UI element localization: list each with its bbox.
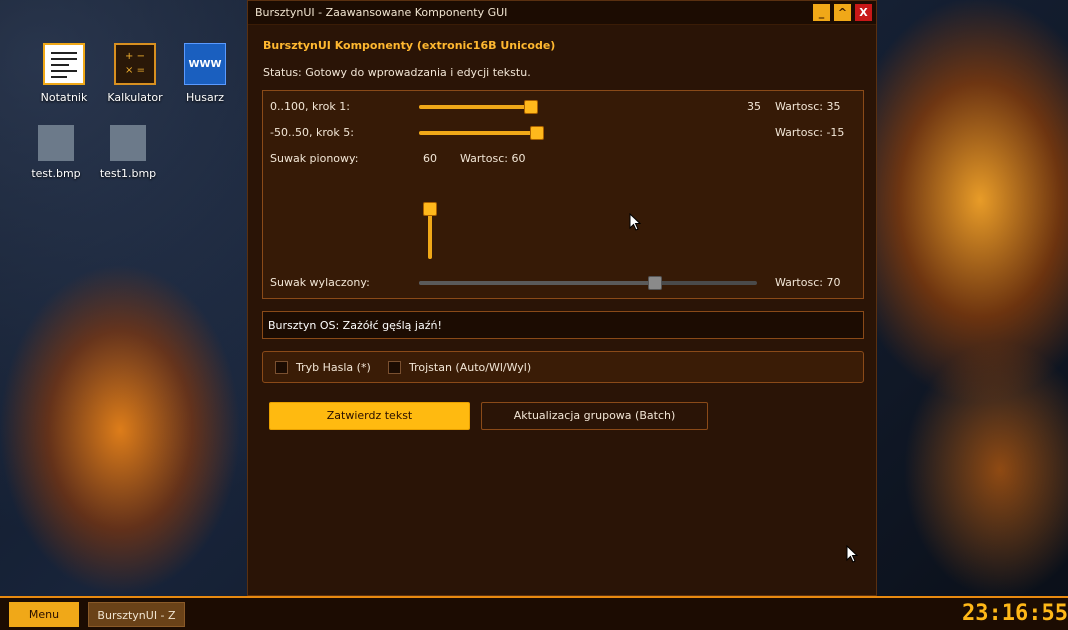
browser-glyph: WWW (188, 59, 222, 70)
vertical-slider-value-display: 60 (423, 152, 437, 165)
desktop-icon-label: Notatnik (40, 91, 88, 104)
text-input[interactable]: Bursztyn OS: Zażółć gęślą jaźń! (262, 311, 864, 339)
checkbox-box[interactable] (388, 361, 401, 374)
vertical-slider-value-text: Wartosc: 60 (460, 152, 526, 165)
disabled-slider-track (419, 281, 757, 285)
desktop-icon-label: test1.bmp (99, 167, 157, 180)
status-text: Status: Gotowy do wprowadzania i edycji … (263, 66, 531, 79)
tristate-checkbox[interactable]: Trojstan (Auto/Wl/Wyl) (388, 361, 531, 374)
slider1-value-display: 35 (747, 100, 761, 113)
slider2-fill (419, 131, 538, 135)
slider1-value-text: Wartosc: 35 (775, 100, 841, 113)
desktop-icon-notatnik[interactable]: Notatnik (29, 43, 99, 104)
batch-update-button[interactable]: Aktualizacja grupowa (Batch) (481, 402, 708, 430)
slider1-thumb[interactable] (524, 100, 538, 114)
minimize-button[interactable]: _ (813, 4, 830, 21)
slider1-track[interactable] (419, 105, 531, 109)
vertical-slider-thumb[interactable] (423, 202, 437, 216)
slider-panel: 0..100, krok 1: 35 Wartosc: 35 -50..50, … (262, 90, 864, 299)
tristate-label: Trojstan (Auto/Wl/Wyl) (409, 361, 532, 374)
app-window: BursztynUI - Zaawansowane Komponenty GUI… (247, 0, 877, 596)
disabled-slider-label: Suwak wylaczony: (270, 276, 370, 289)
bmp-file-icon (38, 125, 74, 161)
taskbar: Menu BursztynUI - Z 23:16:55 (0, 596, 1068, 630)
vertical-slider-label: Suwak pionowy: (270, 152, 359, 165)
desktop-icon-husarz[interactable]: WWW Husarz (170, 43, 240, 104)
password-mode-label: Tryb Hasla (*) (296, 361, 371, 374)
disabled-slider-value-text: Wartosc: 70 (775, 276, 841, 289)
section-header: BursztynUI Komponenty (extronic16B Unico… (263, 39, 556, 52)
clock: 23:16:55 (962, 601, 1068, 626)
desktop-icon-label: Kalkulator (107, 91, 163, 104)
desktop-icon-kalkulator[interactable]: + − × = Kalkulator (100, 43, 170, 104)
taskbar-window-button[interactable]: BursztynUI - Z (88, 602, 185, 627)
disabled-slider-fill (419, 281, 656, 285)
window-title: BursztynUI - Zaawansowane Komponenty GUI (255, 6, 508, 19)
slider2-thumb[interactable] (530, 126, 544, 140)
password-mode-checkbox[interactable]: Tryb Hasla (*) (275, 361, 371, 374)
confirm-text-button[interactable]: Zatwierdz tekst (269, 402, 470, 430)
start-menu-button[interactable]: Menu (9, 602, 79, 627)
desktop-icon-label: test.bmp (31, 167, 81, 180)
mouse-cursor-icon (846, 545, 858, 563)
checkbox-box[interactable] (275, 361, 288, 374)
desktop-icon-test-bmp[interactable]: test.bmp (21, 125, 91, 180)
calculator-icon: + − × = (114, 43, 156, 85)
checkbox-panel: Tryb Hasla (*) Trojstan (Auto/Wl/Wyl) (262, 351, 864, 383)
disabled-slider-thumb (648, 276, 662, 290)
browser-icon: WWW (184, 43, 226, 85)
title-bar[interactable]: BursztynUI - Zaawansowane Komponenty GUI… (248, 1, 876, 25)
maximize-button[interactable]: ^ (834, 4, 851, 21)
notepad-icon (43, 43, 85, 85)
calculator-glyph: + − × = (125, 51, 145, 76)
mouse-cursor-icon (629, 213, 641, 231)
bmp-file-icon (110, 125, 146, 161)
slider2-value-text: Wartosc: -15 (775, 126, 845, 139)
desktop-icon-label: Husarz (185, 91, 224, 104)
close-button[interactable]: X (855, 4, 872, 21)
desktop-icon-test1-bmp[interactable]: test1.bmp (93, 125, 163, 180)
slider2-track[interactable] (419, 131, 538, 135)
slider1-label: 0..100, krok 1: (270, 100, 350, 113)
slider1-fill (419, 105, 531, 109)
slider2-label: -50..50, krok 5: (270, 126, 354, 139)
